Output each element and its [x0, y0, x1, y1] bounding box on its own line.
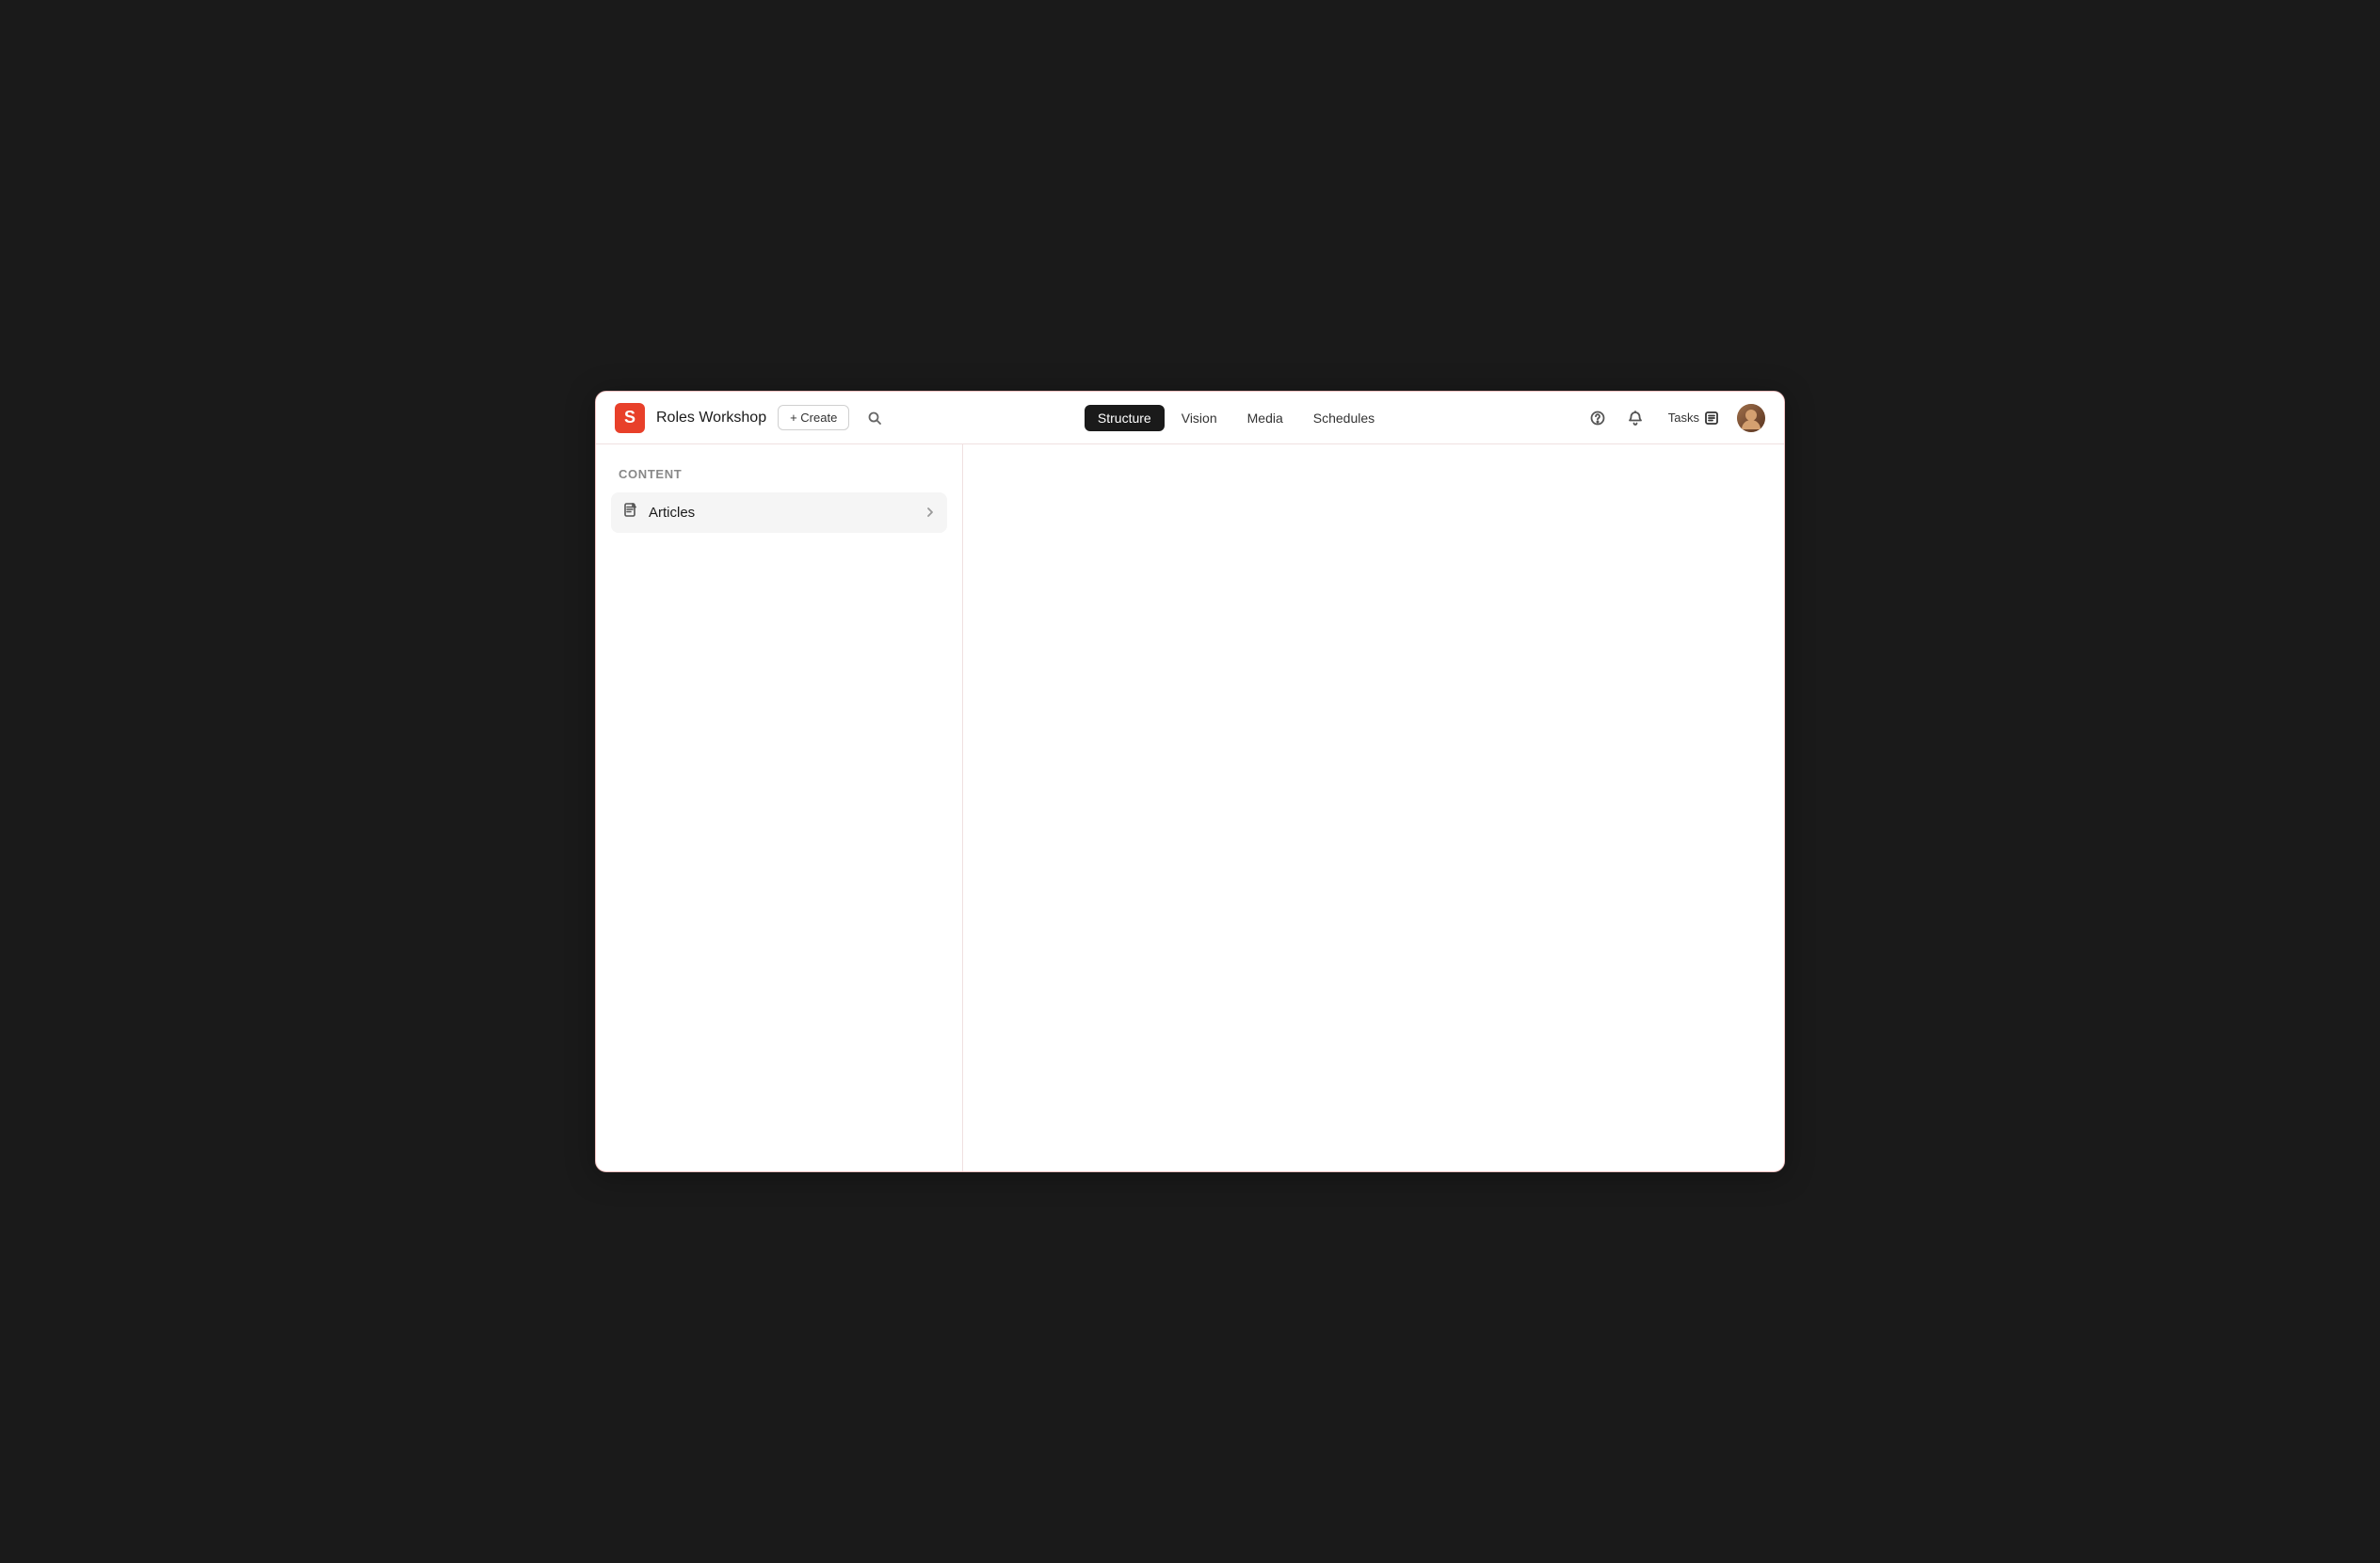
app-logo[interactable]: S — [615, 403, 645, 433]
app-logo-letter: S — [624, 408, 635, 427]
navbar-tabs: Structure Vision Media Schedules — [889, 405, 1583, 431]
sidebar-item-articles[interactable]: Articles — [611, 492, 947, 533]
main-content: Content Articles — [596, 444, 1784, 1171]
help-icon — [1590, 411, 1605, 426]
tasks-button[interactable]: Tasks — [1659, 406, 1728, 429]
navbar: S Roles Workshop + Create Structure — [596, 392, 1784, 444]
tab-structure[interactable]: Structure — [1085, 405, 1165, 431]
user-avatar[interactable] — [1737, 404, 1765, 432]
navbar-right: Tasks — [1584, 404, 1765, 432]
avatar-image — [1737, 404, 1765, 432]
sidebar: Content Articles — [596, 444, 963, 1171]
notifications-button[interactable] — [1621, 404, 1649, 432]
create-button[interactable]: + Create — [778, 405, 849, 430]
sidebar-section-title: Content — [611, 467, 947, 481]
detail-panel — [963, 444, 1784, 1171]
tab-media[interactable]: Media — [1234, 405, 1296, 431]
articles-icon — [622, 502, 639, 524]
help-button[interactable] — [1584, 404, 1612, 432]
tasks-icon — [1705, 411, 1718, 425]
search-button[interactable] — [860, 404, 889, 432]
articles-chevron-icon — [925, 506, 936, 521]
articles-label: Articles — [649, 505, 695, 521]
tab-vision[interactable]: Vision — [1168, 405, 1230, 431]
bell-icon — [1628, 411, 1643, 426]
navbar-left: S Roles Workshop + Create — [615, 403, 889, 433]
tab-schedules[interactable]: Schedules — [1300, 405, 1388, 431]
sidebar-item-articles-left: Articles — [622, 502, 695, 524]
workspace-title: Roles Workshop — [656, 410, 766, 427]
create-button-label: + Create — [790, 411, 837, 425]
app-window: S Roles Workshop + Create Structure — [595, 391, 1785, 1172]
tasks-label: Tasks — [1668, 411, 1699, 425]
search-icon — [867, 411, 882, 426]
